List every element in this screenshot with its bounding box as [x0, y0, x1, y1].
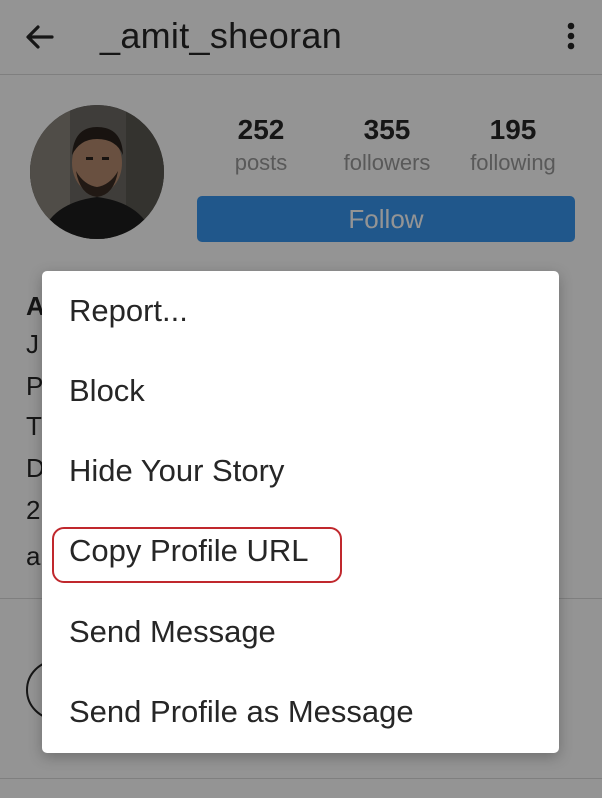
- menu-item-send-profile-as-message[interactable]: Send Profile as Message: [42, 672, 559, 752]
- menu-item-block[interactable]: Block: [42, 351, 559, 431]
- menu-item-send-message[interactable]: Send Message: [42, 592, 559, 672]
- menu-item-hide-story[interactable]: Hide Your Story: [42, 431, 559, 511]
- menu-item-copy-profile-url[interactable]: Copy Profile URL: [42, 511, 559, 591]
- menu-item-report[interactable]: Report...: [42, 271, 559, 351]
- profile-options-menu: Report... Block Hide Your Story Copy Pro…: [42, 271, 559, 753]
